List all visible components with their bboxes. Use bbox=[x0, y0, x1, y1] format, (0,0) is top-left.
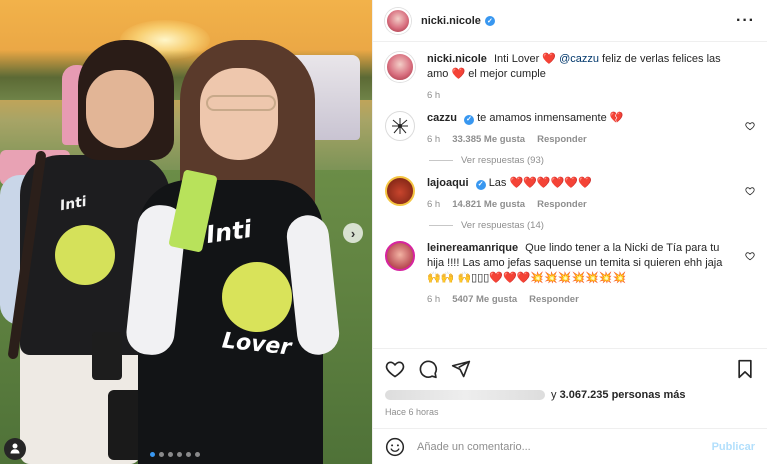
broken-heart-emoji: 💔 bbox=[609, 112, 624, 124]
comment-item: leinereamanrique Que lindo tener a la Ni… bbox=[385, 241, 755, 307]
comment-like-heart-icon[interactable] bbox=[745, 121, 755, 131]
heart-emoji: ❤️ bbox=[542, 53, 556, 65]
tagged-users-button[interactable] bbox=[4, 438, 26, 460]
post-header: nicki.nicole ✓ ··· bbox=[373, 0, 767, 42]
user-icon bbox=[9, 442, 21, 457]
comment-meta: 6 h 14.821 Me gusta Responder bbox=[427, 197, 733, 212]
right-person-face bbox=[200, 68, 278, 160]
view-replies-label[interactable]: Ver respuestas (93) bbox=[461, 155, 544, 166]
view-replies-button[interactable]: Ver respuestas (14) bbox=[429, 220, 755, 231]
caption: nicki.nicole Inti Lover ❤️ @cazzu feliz … bbox=[385, 52, 755, 103]
carousel-dot bbox=[168, 452, 173, 457]
comment-time[interactable]: 6 h bbox=[427, 292, 440, 307]
like-heart-icon[interactable] bbox=[385, 359, 405, 379]
post-photo[interactable]: Inti Inti Lover › bbox=[0, 0, 372, 464]
add-comment-bar: Publicar bbox=[373, 428, 767, 464]
publish-button[interactable]: Publicar bbox=[712, 441, 755, 453]
mention-link[interactable]: @cazzu bbox=[559, 53, 599, 65]
comment-likes[interactable]: 5407 Me gusta bbox=[452, 292, 517, 307]
instagram-post: Inti Inti Lover › nicki.nicole ✓ ··· nic… bbox=[0, 0, 767, 464]
comment-likes[interactable]: 14.821 Me gusta bbox=[452, 197, 525, 212]
post-time-ago[interactable]: Hace 6 horas bbox=[385, 407, 755, 417]
likes-count[interactable]: 3.067.235 bbox=[560, 389, 609, 401]
author-avatar[interactable] bbox=[385, 7, 411, 34]
comment-time[interactable]: 6 h bbox=[427, 197, 440, 212]
reply-button[interactable]: Responder bbox=[529, 292, 579, 307]
carousel-dot bbox=[177, 452, 182, 457]
view-replies-button[interactable]: Ver respuestas (93) bbox=[429, 155, 755, 166]
comment-like-heart-icon[interactable] bbox=[745, 186, 755, 196]
view-replies-label[interactable]: Ver respuestas (14) bbox=[461, 220, 544, 231]
verified-badge-icon: ✓ bbox=[464, 114, 475, 125]
carousel-dot bbox=[186, 452, 191, 457]
commenter-avatar[interactable] bbox=[385, 241, 415, 271]
left-person-face bbox=[86, 70, 154, 148]
comment-meta: 6 h 33.385 Me gusta Responder bbox=[427, 132, 733, 147]
replies-divider bbox=[429, 160, 453, 161]
verified-badge-icon: ✓ bbox=[484, 15, 495, 26]
more-options-icon[interactable]: ··· bbox=[736, 12, 755, 30]
author-avatar[interactable] bbox=[385, 52, 415, 82]
left-shirt-sun-print bbox=[55, 225, 115, 285]
carousel-next-button[interactable]: › bbox=[343, 223, 363, 243]
commenter-avatar[interactable] bbox=[385, 111, 415, 141]
author-username-wrap[interactable]: nicki.nicole ✓ bbox=[421, 15, 495, 27]
author-username[interactable]: nicki.nicole bbox=[421, 15, 481, 27]
action-bar bbox=[385, 357, 755, 381]
camera bbox=[92, 332, 122, 380]
comment-likes[interactable]: 33.385 Me gusta bbox=[452, 132, 525, 147]
bookmark-icon[interactable] bbox=[735, 359, 755, 379]
caption-username[interactable]: nicki.nicole bbox=[427, 53, 487, 65]
caption-meta: 6 h bbox=[427, 88, 733, 103]
comment-username[interactable]: lajoaqui bbox=[427, 177, 469, 189]
comment-item: lajoaqui ✓ Las ❤️❤️❤️❤️❤️❤️ 6 h 14.821 M… bbox=[385, 176, 755, 212]
comment-item: cazzu ✓ te amamos inmensamente 💔 6 h 33.… bbox=[385, 111, 755, 147]
emoji-smiley-icon[interactable] bbox=[385, 437, 405, 457]
comment-body: lajoaqui ✓ Las ❤️❤️❤️❤️❤️❤️ 6 h 14.821 M… bbox=[427, 176, 755, 212]
heart-emoji: ❤️ bbox=[451, 68, 466, 80]
comment-meta: 6 h 5407 Me gusta Responder bbox=[427, 292, 733, 307]
hearts-emoji: ❤️❤️❤️❤️❤️❤️ bbox=[509, 177, 592, 189]
replies-divider bbox=[429, 225, 453, 226]
liked-by-blurred bbox=[385, 390, 545, 400]
reply-button[interactable]: Responder bbox=[537, 197, 587, 212]
caption-text-3: el mejor cumple bbox=[468, 68, 546, 80]
post-side-panel: nicki.nicole ✓ ··· nicki.nicole Inti Lov… bbox=[372, 0, 767, 464]
right-shirt-sun-print bbox=[222, 262, 292, 332]
caption-text-1: Inti Lover bbox=[493, 53, 540, 65]
carousel-dot bbox=[195, 452, 200, 457]
carousel-dots bbox=[150, 452, 200, 457]
likes-summary[interactable]: y 3.067.235 personas más bbox=[385, 389, 755, 401]
verified-badge-icon: ✓ bbox=[475, 179, 486, 190]
comment-bubble-icon[interactable] bbox=[418, 359, 438, 379]
comment-body: cazzu ✓ te amamos inmensamente 💔 6 h 33.… bbox=[427, 111, 755, 147]
comment-like-heart-icon[interactable] bbox=[745, 251, 755, 261]
comment-input[interactable] bbox=[417, 440, 712, 453]
comment-username[interactable]: cazzu bbox=[427, 112, 457, 124]
carousel-dot bbox=[150, 452, 155, 457]
likes-prefix: y bbox=[551, 389, 557, 401]
comment-time[interactable]: 6 h bbox=[427, 132, 440, 147]
comment-body: leinereamanrique Que lindo tener a la Ni… bbox=[427, 241, 755, 307]
spider-logo-icon bbox=[392, 118, 408, 134]
post-actions-area: y 3.067.235 personas más Hace 6 horas bbox=[373, 348, 767, 428]
caption-body: nicki.nicole Inti Lover ❤️ @cazzu feliz … bbox=[427, 52, 755, 103]
likes-suffix[interactable]: personas más bbox=[612, 389, 686, 401]
comments-list[interactable]: nicki.nicole Inti Lover ❤️ @cazzu feliz … bbox=[373, 42, 767, 348]
commenter-avatar[interactable] bbox=[385, 176, 415, 206]
comment-text: te amamos inmensamente bbox=[477, 112, 607, 124]
chevron-right-icon: › bbox=[350, 225, 356, 241]
comment-username[interactable]: leinereamanrique bbox=[427, 242, 518, 254]
comment-text: Las bbox=[488, 177, 507, 189]
reply-button[interactable]: Responder bbox=[537, 132, 587, 147]
caption-time[interactable]: 6 h bbox=[427, 88, 440, 103]
emoji-sequence: 🙌🙌 🙌▯▯▯❤️❤️❤️💥💥💥💥💥💥💥 bbox=[427, 272, 627, 284]
carousel-dot bbox=[159, 452, 164, 457]
glasses bbox=[206, 95, 276, 111]
share-paper-plane-icon[interactable] bbox=[451, 359, 471, 379]
